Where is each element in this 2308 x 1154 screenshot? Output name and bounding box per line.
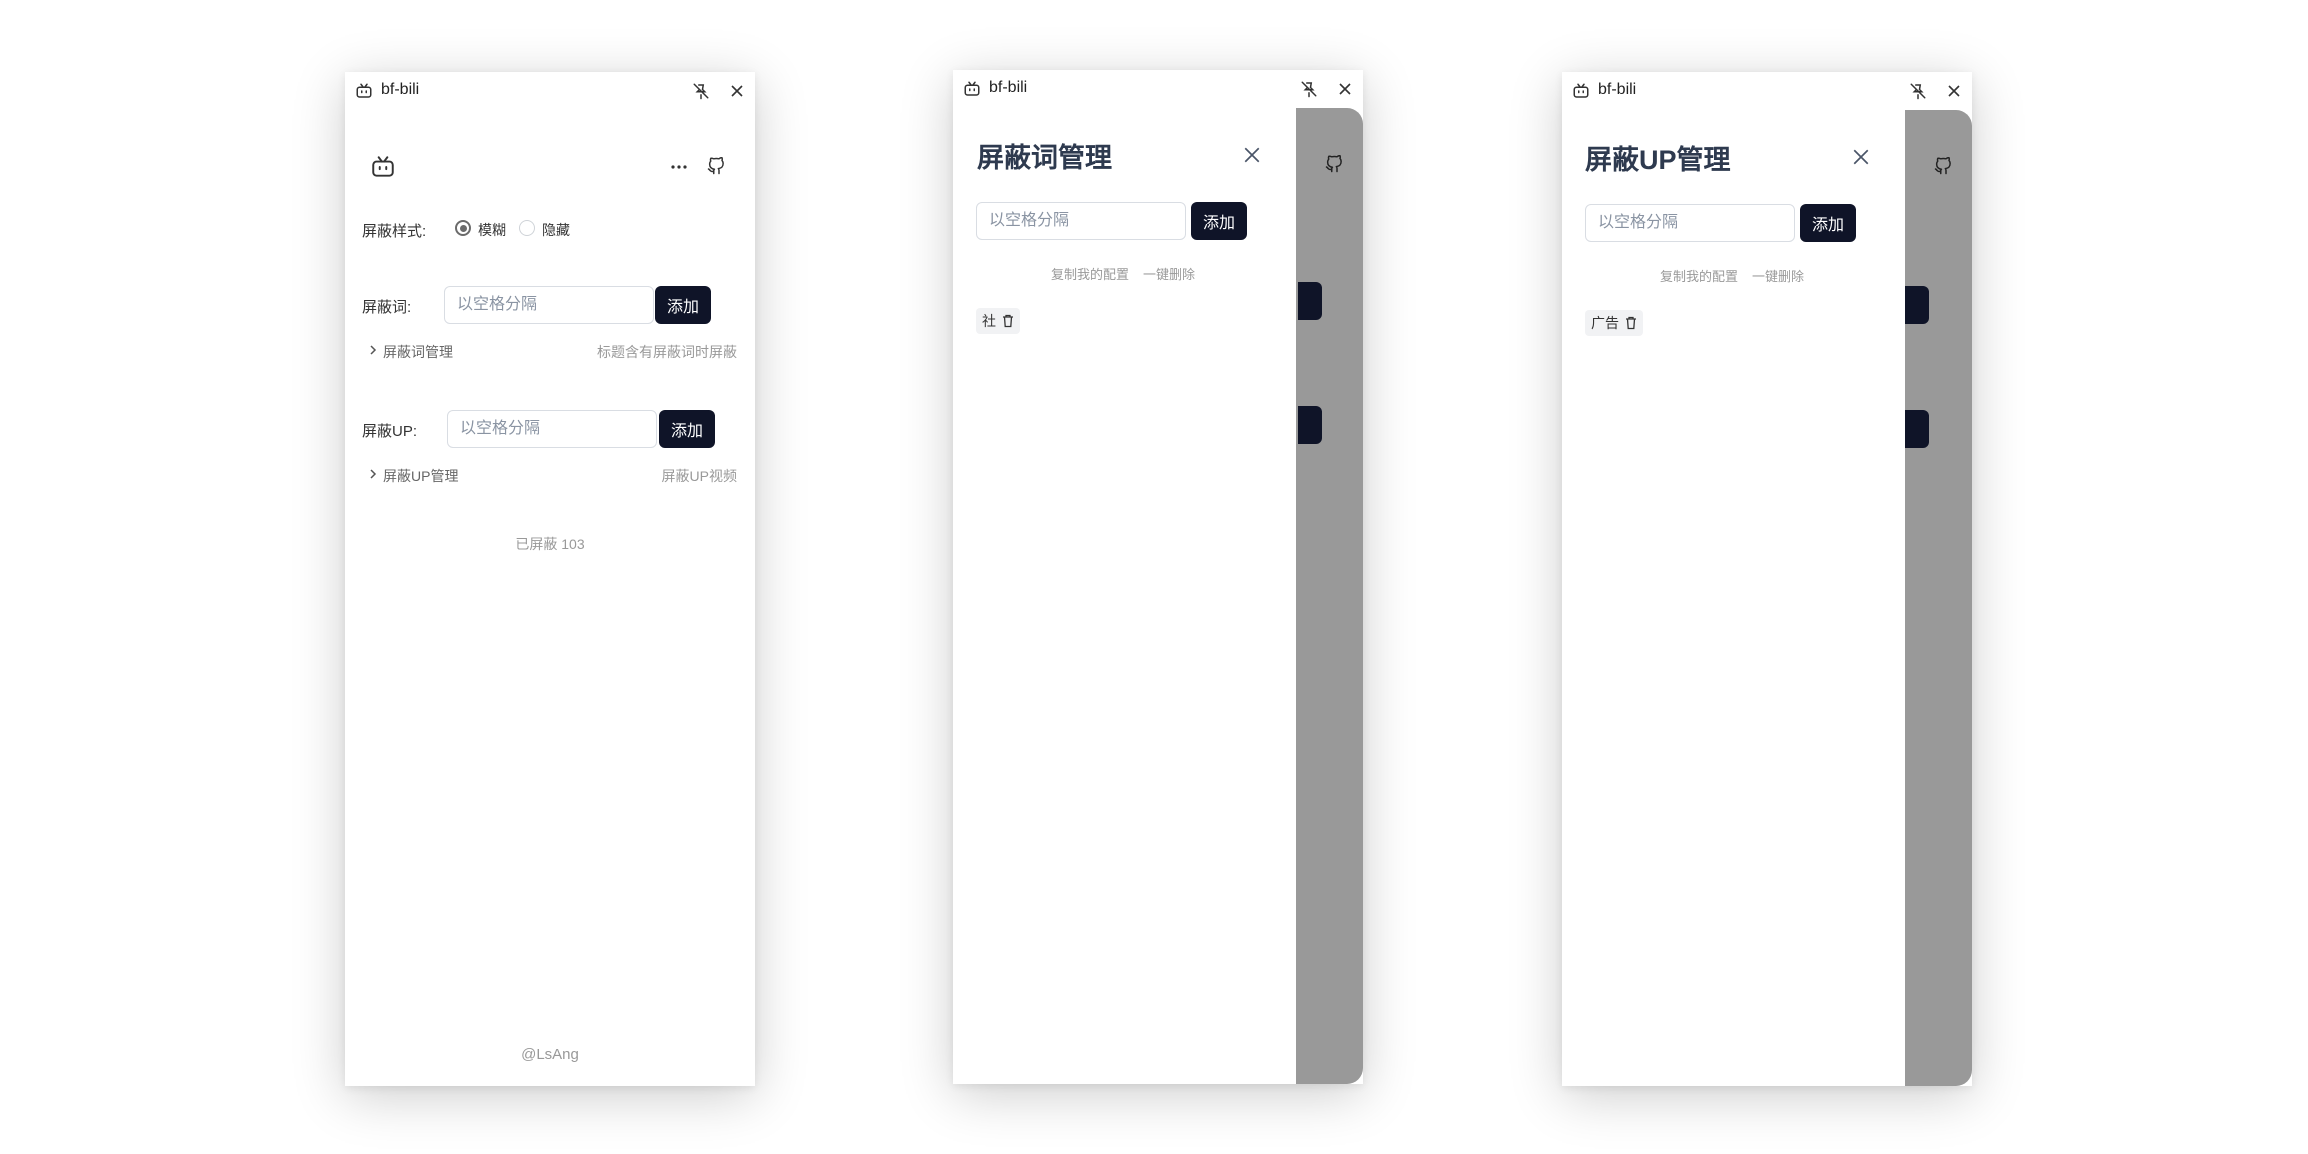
blocked-count: 已屏蔽 103	[515, 536, 585, 552]
bilibili-logo-icon	[372, 156, 394, 177]
up-label: 屏蔽UP:	[362, 423, 418, 440]
drawer-add-button[interactable]: 添加	[1191, 202, 1247, 240]
close-drawer-icon[interactable]	[1852, 148, 1870, 166]
title-bar: bf-bili	[345, 72, 755, 110]
window-title: bf-bili	[381, 81, 420, 98]
pin-off-icon[interactable]	[692, 82, 710, 100]
delete-all-link[interactable]: 一键删除	[1143, 264, 1195, 283]
main-window: bf-bili 屏蔽样式: 模糊 隐藏 屏蔽词: 添加 屏蔽词管理 标题含有屏蔽…	[345, 72, 755, 1086]
close-drawer-icon[interactable]	[1243, 146, 1261, 164]
word-drawer-window: bf-bili 屏蔽词管理 添加 复制我的配置 一键删除 社	[953, 70, 1363, 1084]
more-icon[interactable]	[671, 164, 687, 170]
main-content: 屏蔽样式: 模糊 隐藏 屏蔽词: 添加 屏蔽词管理 标题含有屏蔽词时屏蔽 屏蔽U…	[345, 110, 755, 1086]
drawer-content: 屏蔽UP管理 添加 复制我的配置 一键删除 广告	[1562, 110, 1972, 1086]
up-manage-drawer: 屏蔽UP管理 添加 复制我的配置 一键删除 广告	[1562, 110, 1905, 1086]
dimmed-add-button	[1905, 286, 1929, 324]
dimmed-add-button	[1298, 282, 1322, 320]
title-bar: bf-bili	[1562, 72, 1972, 110]
style-label: 屏蔽样式:	[362, 223, 427, 240]
chevron-right-icon[interactable]	[369, 345, 377, 355]
dimmed-add-button	[1905, 410, 1929, 448]
up-add-button[interactable]: 添加	[659, 410, 715, 448]
bilibili-icon	[356, 83, 372, 98]
radio-hide[interactable]	[519, 220, 535, 236]
bilibili-icon	[964, 81, 980, 96]
close-icon[interactable]	[1337, 81, 1353, 97]
blocked-up-chip: 广告	[1585, 310, 1643, 336]
copy-config-link[interactable]: 复制我的配置	[1051, 264, 1129, 283]
chip-label: 广告	[1591, 315, 1619, 331]
close-icon[interactable]	[729, 83, 745, 99]
pin-off-icon[interactable]	[1300, 80, 1318, 98]
close-icon[interactable]	[1946, 83, 1962, 99]
pin-off-icon[interactable]	[1909, 82, 1927, 100]
github-icon[interactable]	[707, 157, 725, 175]
drawer-word-input[interactable]	[976, 202, 1186, 240]
up-input[interactable]	[447, 410, 657, 448]
word-label: 屏蔽词:	[362, 299, 412, 316]
window-title: bf-bili	[989, 79, 1028, 96]
chevron-right-icon[interactable]	[369, 469, 377, 479]
up-manage-link[interactable]: 屏蔽UP管理	[383, 466, 458, 486]
bilibili-icon	[1573, 83, 1589, 98]
drawer-title: 屏蔽UP管理	[1585, 145, 1731, 175]
chip-label: 社	[982, 313, 996, 329]
drawer-add-button[interactable]: 添加	[1800, 204, 1856, 242]
up-hint: 屏蔽UP视频	[661, 468, 737, 484]
github-icon	[1934, 157, 1951, 175]
drawer-up-input[interactable]	[1585, 204, 1795, 242]
trash-icon[interactable]	[1002, 314, 1014, 328]
word-hint: 标题含有屏蔽词时屏蔽	[597, 344, 737, 360]
trash-icon[interactable]	[1625, 316, 1637, 330]
drawer-content: 屏蔽词管理 添加 复制我的配置 一键删除 社	[953, 108, 1363, 1084]
github-icon	[1325, 155, 1342, 173]
word-manage-link[interactable]: 屏蔽词管理	[383, 342, 453, 362]
blocked-word-chip: 社	[976, 308, 1020, 334]
dimmed-add-button	[1298, 406, 1322, 444]
footer-author: @LsAng	[521, 1046, 579, 1063]
copy-config-link[interactable]: 复制我的配置	[1660, 266, 1738, 285]
window-title: bf-bili	[1598, 81, 1637, 98]
radio-hide-label[interactable]: 隐藏	[542, 220, 570, 240]
delete-all-link[interactable]: 一键删除	[1752, 266, 1804, 285]
word-add-button[interactable]: 添加	[655, 286, 711, 324]
word-manage-drawer: 屏蔽词管理 添加 复制我的配置 一键删除 社	[953, 108, 1296, 1084]
drawer-title: 屏蔽词管理	[977, 143, 1112, 173]
radio-blur[interactable]	[455, 220, 471, 236]
radio-blur-label[interactable]: 模糊	[478, 220, 506, 240]
up-drawer-window: bf-bili 屏蔽UP管理 添加 复制我的配置 一键删除 广告	[1562, 72, 1972, 1086]
word-input[interactable]	[444, 286, 654, 324]
title-bar: bf-bili	[953, 70, 1363, 108]
